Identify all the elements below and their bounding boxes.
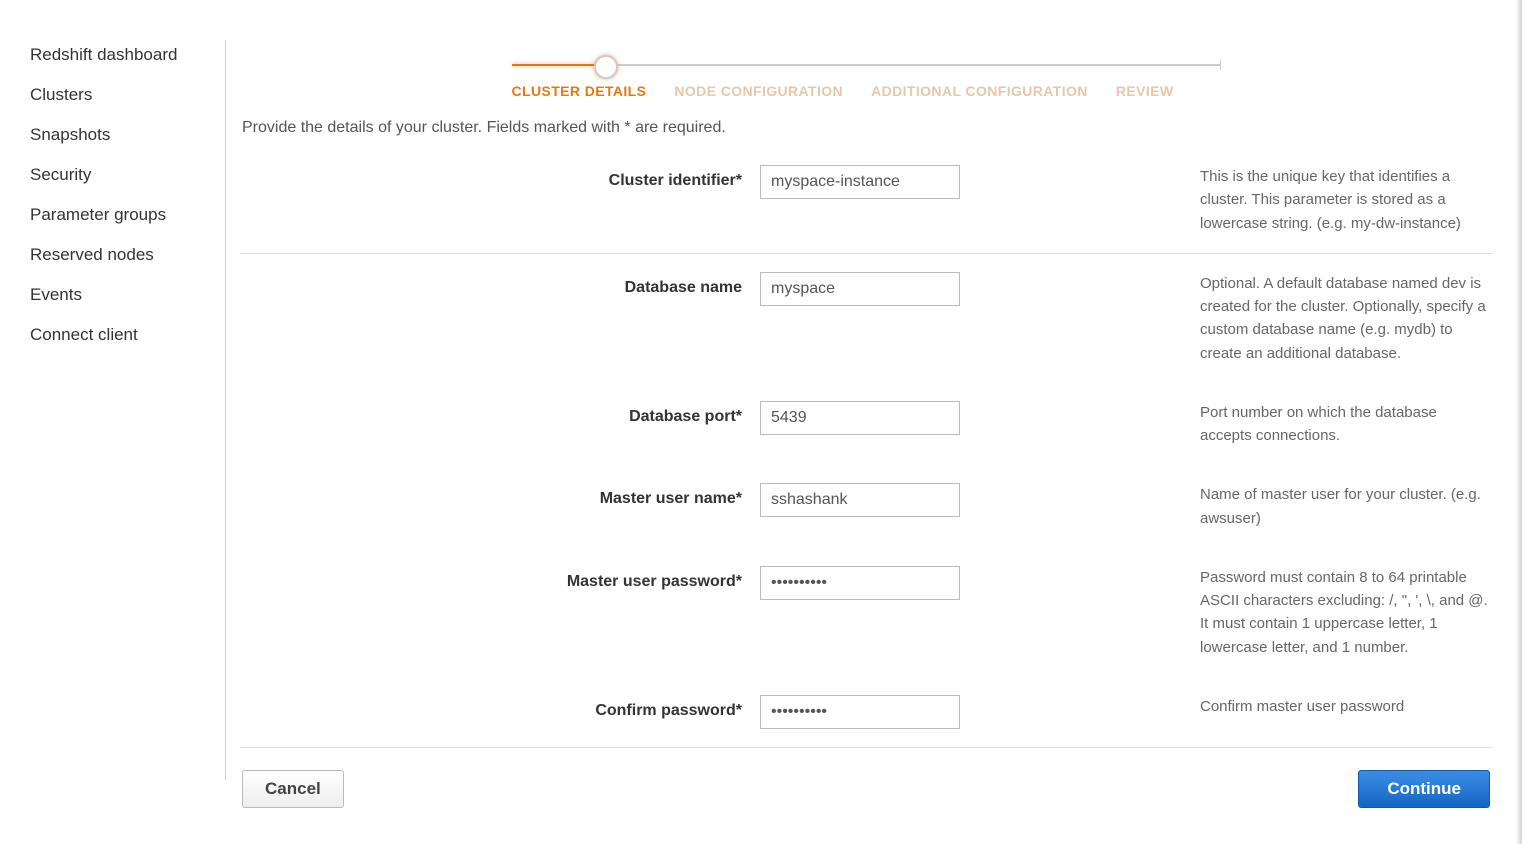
sidebar-item-label: Security [30,165,91,184]
edge-shadow [1516,0,1522,844]
help-cluster-identifier: This is the unique key that identifies a… [990,165,1492,235]
sidebar-item-reserved-nodes[interactable]: Reserved nodes [30,235,225,275]
wizard-step-node-configuration[interactable]: NODE CONFIGURATION [674,83,843,99]
wizard-step-additional-configuration[interactable]: ADDITIONAL CONFIGURATION [871,83,1088,99]
sidebar-item-snapshots[interactable]: Snapshots [30,115,225,155]
sidebar-item-label: Snapshots [30,125,110,144]
sidebar-item-label: Redshift dashboard [30,45,177,64]
label-master-user-name: Master user name* [240,483,760,508]
input-master-user-password[interactable] [760,566,960,600]
help-master-user-name: Name of master user for your cluster. (e… [990,483,1492,530]
row-database-port: Database port* Port number on which the … [240,383,1492,466]
row-confirm-password: Confirm password* Confirm master user pa… [240,677,1492,747]
input-database-name[interactable] [760,272,960,306]
sidebar-item-label: Parameter groups [30,205,166,224]
row-database-name: Database name Optional. A default databa… [240,254,1492,383]
intro-text: Provide the details of your cluster. Fie… [240,119,1492,147]
label-database-port: Database port* [240,401,760,426]
sidebar-item-clusters[interactable]: Clusters [30,75,225,115]
sidebar-item-dashboard[interactable]: Redshift dashboard [30,35,225,75]
sidebar: Redshift dashboard Clusters Snapshots Se… [0,0,225,844]
input-cluster-identifier[interactable] [760,165,960,199]
sidebar-item-label: Events [30,285,82,304]
help-database-port: Port number on which the database accept… [990,401,1492,448]
sidebar-item-label: Reserved nodes [30,245,154,264]
label-cluster-identifier: Cluster identifier* [240,165,760,190]
cancel-button[interactable]: Cancel [242,770,344,808]
input-confirm-password[interactable] [760,695,960,729]
wizard-step-review[interactable]: REVIEW [1116,83,1174,99]
continue-button[interactable]: Continue [1358,770,1490,808]
help-database-name: Optional. A default database named dev i… [990,272,1492,365]
sidebar-item-security[interactable]: Security [30,155,225,195]
sidebar-item-events[interactable]: Events [30,275,225,315]
help-confirm-password: Confirm master user password [990,695,1492,718]
wizard-step-cluster-details[interactable]: CLUSTER DETAILS [512,83,647,99]
footer: Cancel Continue [240,748,1492,808]
row-master-user-name: Master user name* Name of master user fo… [240,465,1492,548]
input-master-user-name[interactable] [760,483,960,517]
label-confirm-password: Confirm password* [240,695,760,720]
row-cluster-identifier: Cluster identifier* This is the unique k… [240,147,1492,253]
sidebar-item-parameter-groups[interactable]: Parameter groups [30,195,225,235]
sidebar-item-label: Connect client [30,325,138,344]
sidebar-item-label: Clusters [30,85,92,104]
label-master-user-password: Master user password* [240,566,760,591]
input-database-port[interactable] [760,401,960,435]
wizard-progress: CLUSTER DETAILS NODE CONFIGURATION ADDIT… [512,55,1221,99]
help-master-user-password: Password must contain 8 to 64 printable … [990,566,1492,659]
label-database-name: Database name [240,272,760,297]
main-content: CLUSTER DETAILS NODE CONFIGURATION ADDIT… [226,0,1522,844]
row-master-user-password: Master user password* Password must cont… [240,548,1492,677]
sidebar-item-connect-client[interactable]: Connect client [30,315,225,355]
